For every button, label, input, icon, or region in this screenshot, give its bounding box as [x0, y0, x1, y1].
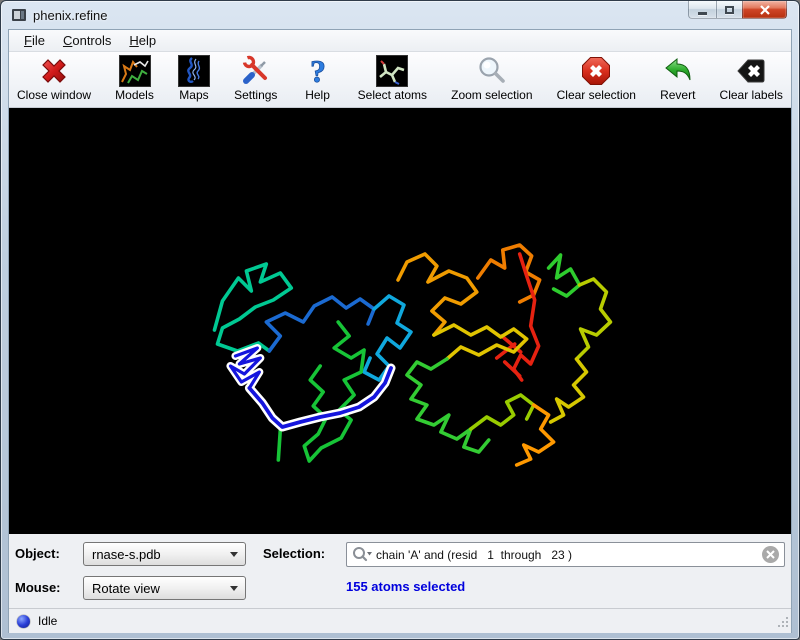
- toolbar-label: Revert: [660, 88, 695, 102]
- menu-controls[interactable]: Controls: [54, 31, 120, 50]
- toolbar-label: Clear labels: [720, 88, 783, 102]
- toolbar-button-maps[interactable]: Maps: [178, 55, 210, 102]
- help-icon: ?: [302, 55, 334, 87]
- toolbar-button-help[interactable]: ? Help: [302, 55, 334, 102]
- zoom-selection-icon: [476, 55, 508, 87]
- menu-file[interactable]: File: [15, 31, 54, 50]
- clear-labels-icon: [735, 55, 767, 87]
- mouse-dropdown[interactable]: Rotate view: [83, 576, 246, 600]
- chevron-down-icon: [230, 586, 238, 591]
- minimize-button[interactable]: [688, 0, 717, 19]
- window-title: phenix.refine: [33, 8, 107, 23]
- selection-searchbox: [346, 542, 785, 567]
- mouse-dropdown-value: Rotate view: [92, 581, 160, 596]
- resize-grip[interactable]: [777, 616, 789, 631]
- models-icon: [119, 55, 151, 87]
- settings-icon: [240, 55, 272, 87]
- clear-search-icon[interactable]: [762, 546, 779, 563]
- menu-bar: File Controls Help: [9, 30, 791, 52]
- chevron-down-icon: [230, 552, 238, 557]
- toolbar-label: Help: [305, 88, 330, 102]
- object-dropdown[interactable]: rnase-s.pdb: [83, 542, 246, 566]
- svg-text:?: ?: [310, 55, 326, 87]
- app-window: phenix.refine File Controls Help: [0, 0, 800, 640]
- close-window-icon: [38, 55, 70, 87]
- toolbar-label: Select atoms: [358, 88, 427, 102]
- maps-icon: [178, 55, 210, 87]
- client-area: File Controls Help Close window: [8, 29, 792, 633]
- toolbar-button-zoom-selection[interactable]: Zoom selection: [451, 55, 532, 102]
- search-icon[interactable]: [347, 546, 376, 563]
- object-dropdown-value: rnase-s.pdb: [92, 547, 161, 562]
- close-icon: [759, 5, 771, 15]
- status-bar: Idle: [9, 608, 791, 633]
- title-bar[interactable]: phenix.refine: [1, 1, 799, 29]
- toolbar: Close window Models: [9, 52, 791, 108]
- window-icon: [11, 7, 27, 23]
- toolbar-button-revert[interactable]: Revert: [660, 55, 695, 102]
- toolbar-label: Maps: [179, 88, 208, 102]
- status-indicator-icon: [17, 615, 30, 628]
- close-button[interactable]: [742, 0, 787, 19]
- toolbar-button-settings[interactable]: Settings: [234, 55, 277, 102]
- status-text: Idle: [38, 614, 57, 628]
- molecule-viewport[interactable]: [9, 108, 791, 534]
- toolbar-label: Clear selection: [557, 88, 636, 102]
- toolbar-label: Settings: [234, 88, 277, 102]
- selection-label: Selection:: [263, 546, 325, 561]
- clear-selection-icon: [580, 55, 612, 87]
- molecule-render: [9, 108, 791, 534]
- mouse-label: Mouse:: [15, 580, 61, 595]
- toolbar-label: Close window: [17, 88, 91, 102]
- toolbar-button-clear-selection[interactable]: Clear selection: [557, 55, 636, 102]
- toolbar-button-close-window[interactable]: Close window: [17, 55, 91, 102]
- toolbar-button-select-atoms[interactable]: Select atoms: [358, 55, 427, 102]
- maximize-button[interactable]: [716, 0, 743, 19]
- select-atoms-icon: [376, 55, 408, 87]
- toolbar-button-models[interactable]: Models: [115, 55, 154, 102]
- object-label: Object:: [15, 546, 60, 561]
- toolbar-label: Zoom selection: [451, 88, 532, 102]
- toolbar-button-clear-labels[interactable]: Clear labels: [720, 55, 783, 102]
- menu-help[interactable]: Help: [120, 31, 165, 50]
- maximize-icon: [725, 6, 734, 14]
- atoms-selected-status: 155 atoms selected: [346, 579, 465, 594]
- minimize-icon: [698, 12, 707, 15]
- window-controls: [688, 0, 787, 19]
- revert-icon: [662, 55, 694, 87]
- selection-input[interactable]: [376, 543, 762, 566]
- toolbar-label: Models: [115, 88, 154, 102]
- controls-panel: Object: rnase-s.pdb Selection:: [9, 534, 791, 608]
